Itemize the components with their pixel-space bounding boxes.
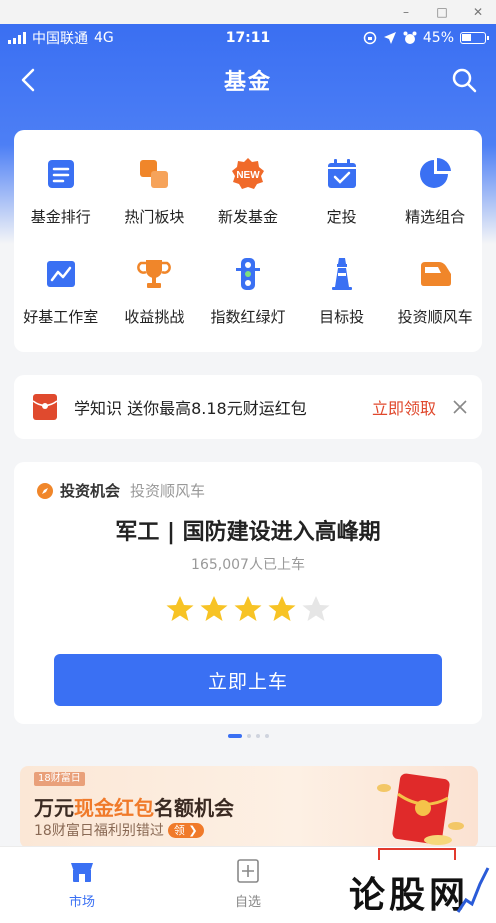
restore-button[interactable]: □ xyxy=(424,0,460,24)
grid-item-label: 新发基金 xyxy=(217,208,278,226)
promo-text: 学知识 送你最高8.18元财运红包 xyxy=(74,399,307,418)
grid-item-3[interactable]: NEW 新发基金 xyxy=(201,144,295,244)
banner-title-pre: 万元 xyxy=(34,796,74,820)
trend-chart-icon xyxy=(46,261,75,287)
battery-icon xyxy=(460,32,489,44)
function-grid-card: 基金排行 热门板块 NEW 新发基金 定投 精选组合好基工作室 收益挑战 指数红绿灯 目标投 投资… xyxy=(14,130,482,352)
investment-opportunity-card: 投资机会 投资顺风车 军工 | 国防建设进入高峰期 165,007人已上车 立即… xyxy=(14,462,482,724)
banner-subtitle-row: 18财富日福利别错过 领 ❯ xyxy=(34,820,204,840)
blocks-icon xyxy=(140,160,169,188)
banner-title-post: 名额机会 xyxy=(154,796,234,820)
star-filled-icon xyxy=(268,596,296,621)
watermark-text: 论股网 xyxy=(348,873,469,916)
board-now-button[interactable]: 立即上车 xyxy=(54,654,442,706)
opportunity-heading: 投资机会 xyxy=(60,482,121,500)
grid-item-7[interactable]: 收益挑战 xyxy=(108,244,202,344)
banner-title: 万元现金红包名额机会 xyxy=(34,792,234,821)
new-badge-icon: NEW xyxy=(231,158,264,189)
grid-item-label: 精选组合 xyxy=(405,208,466,226)
cash-red-packet-banner[interactable]: 18财富日 万元现金红包名额机会 18财富日福利别错过 领 ❯ xyxy=(20,766,478,848)
grid-item-5[interactable]: 精选组合 xyxy=(388,144,482,244)
pager-dot[interactable] xyxy=(264,734,269,738)
grid-item-2[interactable]: 热门板块 xyxy=(108,144,202,244)
tab-market[interactable]: 市场 xyxy=(32,857,132,910)
compass-icon xyxy=(37,482,53,499)
star-filled-icon xyxy=(234,596,262,621)
trophy-icon xyxy=(137,260,172,288)
ranking-list-icon xyxy=(47,160,74,188)
minimize-button[interactable]: – xyxy=(388,0,424,24)
status-bar: 中国联通 4G 17:11 45% xyxy=(0,24,496,52)
grid-item-label: 投资顺风车 xyxy=(397,308,473,326)
participant-count: 165,007人已上车 xyxy=(191,557,305,573)
market-icon xyxy=(71,863,93,882)
close-window-button[interactable]: ✕ xyxy=(460,0,496,24)
function-grid: 基金排行 热门板块 NEW 新发基金 定投 精选组合好基工作室 收益挑战 指数红绿灯 目标投 投资… xyxy=(14,130,482,344)
tab-watchlist[interactable]: 自选 xyxy=(198,857,298,910)
red-packet-illustration-icon xyxy=(377,773,464,845)
grid-item-label: 好基工作室 xyxy=(23,308,99,326)
pager-dot[interactable] xyxy=(246,734,251,738)
star-filled-icon xyxy=(166,596,194,621)
carousel-pager xyxy=(0,734,496,738)
car-icon xyxy=(421,262,452,286)
page-title: 基金 xyxy=(223,70,272,95)
star-rating xyxy=(14,594,482,624)
traffic-light-icon xyxy=(235,258,260,290)
banner-tag: 18财富日 xyxy=(34,772,85,786)
watermark: 论股网 xyxy=(322,860,496,923)
grid-item-10[interactable]: 投资顺风车 xyxy=(388,244,482,344)
grid-item-label: 指数红绿灯 xyxy=(210,308,286,326)
opportunity-subheading: 投资顺风车 xyxy=(130,482,206,500)
grid-item-label: 热门板块 xyxy=(124,208,185,226)
grid-item-6[interactable]: 好基工作室 xyxy=(14,244,108,344)
add-watchlist-icon xyxy=(237,859,259,883)
grid-item-4[interactable]: 定投 xyxy=(295,144,389,244)
grid-item-1[interactable]: 基金排行 xyxy=(14,144,108,244)
opportunity-title[interactable]: 军工 | 国防建设进入高峰期 xyxy=(14,514,482,546)
grid-item-8[interactable]: 指数红绿灯 xyxy=(201,244,295,344)
star-filled-icon xyxy=(200,596,228,621)
svg-text:NEW: NEW xyxy=(236,170,260,181)
pager-dot[interactable] xyxy=(227,734,242,738)
grid-item-label: 定投 xyxy=(326,208,357,226)
grid-item-9[interactable]: 目标投 xyxy=(295,244,389,344)
calendar-check-icon xyxy=(327,159,356,188)
location-icon xyxy=(383,32,396,44)
banner-title-highlight: 现金红包 xyxy=(74,796,154,820)
pie-chart-icon xyxy=(420,157,452,188)
banner-claim-pill[interactable]: 领 ❯ xyxy=(167,822,204,838)
promo-strip[interactable]: 学知识 送你最高8.18元财运红包 立即领取 xyxy=(14,375,482,439)
grid-item-label: 收益挑战 xyxy=(124,308,185,326)
lighthouse-icon xyxy=(331,258,352,290)
navigation-bar: 基金 xyxy=(0,56,496,104)
window-title-bar: – □ ✕ xyxy=(0,0,496,24)
claim-now-link[interactable]: 立即领取 xyxy=(372,395,436,419)
tab-market-label: 市场 xyxy=(68,895,95,910)
battery-percent: 45% xyxy=(422,30,454,46)
search-icon[interactable] xyxy=(450,66,478,94)
grid-item-label: 基金排行 xyxy=(30,208,91,226)
banner-subtitle: 18财富日福利别错过 xyxy=(34,823,164,839)
back-arrow-icon[interactable] xyxy=(16,66,44,94)
rising-line-icon xyxy=(456,867,490,913)
pager-dot[interactable] xyxy=(255,734,260,738)
grid-item-label: 目标投 xyxy=(319,308,365,326)
red-envelope-icon xyxy=(32,394,58,420)
alarm-icon xyxy=(403,31,417,44)
star-empty-icon xyxy=(302,596,330,621)
tab-watchlist-label: 自选 xyxy=(234,895,261,910)
lock-rotation-icon xyxy=(363,31,377,45)
close-icon[interactable] xyxy=(452,399,468,415)
